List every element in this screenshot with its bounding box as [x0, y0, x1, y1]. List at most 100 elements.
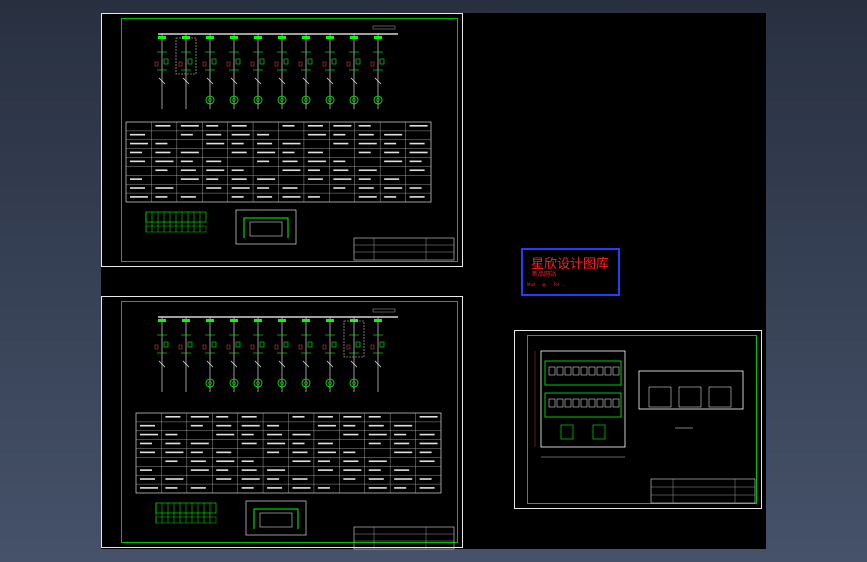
- table-cell-text: [216, 433, 235, 436]
- switchgear-unit: [612, 366, 620, 376]
- table-cell-text: [130, 151, 142, 154]
- feeder-tag: [302, 319, 310, 322]
- ct-box: [259, 341, 265, 348]
- switchgear-unit: [612, 398, 620, 408]
- switchgear-unit: [588, 366, 596, 376]
- room-lower: [544, 392, 622, 418]
- feeder: [322, 317, 337, 392]
- switchgear-unit: [556, 366, 564, 376]
- table-cell-text: [358, 169, 377, 172]
- ct-box: [331, 341, 337, 348]
- indicator: [154, 61, 159, 67]
- table-cell-text: [190, 451, 203, 454]
- table-cell-text: [307, 125, 323, 127]
- section-detail: [235, 209, 297, 245]
- table-cell-text: [282, 196, 301, 198]
- drawing-sheet-top-left[interactable]: [101, 13, 463, 267]
- table-cell-text: [257, 151, 276, 154]
- ct-box: [355, 341, 361, 348]
- table-cell-text: [394, 451, 413, 454]
- table-cell-text: [358, 151, 371, 154]
- table-cell-text: [368, 433, 387, 436]
- table-cell-text: [368, 460, 387, 463]
- table-cell-text: [368, 442, 381, 445]
- indicator: [178, 61, 183, 67]
- drawing-sheet-right[interactable]: [514, 330, 762, 509]
- model-space-canvas[interactable]: 星欣设计图库 新品网站 Mail: …@… · Tel: …: [101, 13, 766, 550]
- switchgear-unit: [556, 398, 564, 408]
- table-cell-text: [257, 196, 273, 198]
- table-cell-text: [333, 133, 346, 136]
- switchgear-unit: [564, 398, 572, 408]
- watermark-footer: Mail: …@… · Tel: …: [527, 282, 566, 287]
- table-cell-text: [190, 460, 206, 463]
- indicator: [298, 61, 303, 67]
- ct-box: [379, 58, 385, 65]
- table-cell-text: [368, 424, 384, 427]
- table-cell-text: [231, 178, 247, 180]
- table-cell-text: [317, 487, 330, 489]
- indicator: [274, 61, 279, 67]
- table-cell-text: [267, 487, 283, 489]
- table-cell-text: [292, 442, 305, 445]
- cad-viewport[interactable]: 星欣设计图库 新品网站 Mail: …@… · Tel: …: [0, 0, 867, 562]
- table-cell-text: [180, 125, 199, 127]
- table-cell-text: [130, 160, 145, 163]
- table-cell-text: [267, 442, 286, 445]
- switchgear-unit: [572, 398, 580, 408]
- table-cell-text: [384, 142, 397, 145]
- indicator: [346, 61, 351, 67]
- table-cell-text: [130, 187, 145, 189]
- table-cell-text: [292, 451, 308, 454]
- table-cell-text: [419, 460, 435, 463]
- table-cell-text: [206, 142, 225, 145]
- feeder-tag: [182, 36, 190, 39]
- feeder-tag: [326, 36, 334, 39]
- ct-box: [211, 341, 217, 348]
- table-cell-text: [216, 478, 232, 480]
- table-cell-text: [419, 487, 435, 489]
- switchgear-unit: [548, 398, 556, 408]
- table-cell-text: [333, 178, 352, 180]
- table-cell-text: [180, 169, 196, 172]
- transformer-bay: [592, 424, 606, 440]
- table-cell-text: [394, 469, 410, 471]
- table-cell-text: [292, 487, 311, 489]
- table-cell-text: [317, 469, 333, 471]
- feeder-tag: [230, 319, 238, 322]
- feeder-tag: [158, 36, 166, 39]
- table-cell-text: [282, 187, 298, 189]
- table-cell-text: [231, 125, 247, 127]
- table-cell-text: [190, 424, 203, 427]
- table-cell-text: [165, 451, 184, 454]
- table-cell-text: [180, 196, 196, 198]
- table-cell-text: [394, 433, 407, 436]
- table-cell-text: [155, 151, 171, 154]
- table-cell-text: [231, 151, 247, 154]
- table-cell-text: [180, 160, 193, 163]
- section-channel: [243, 217, 289, 238]
- table-cell-text: [307, 133, 326, 136]
- indicator: [370, 344, 375, 350]
- title-block: [650, 478, 756, 504]
- table-cell-text: [267, 451, 280, 454]
- table-cell-text: [241, 433, 254, 436]
- table-cell-text: [307, 169, 320, 172]
- ct-box: [163, 341, 169, 348]
- busbar-label-box: [372, 308, 396, 313]
- ct-box: [187, 58, 193, 65]
- feeder-tag: [182, 319, 190, 322]
- table-cell-text: [267, 424, 280, 427]
- feeder: [202, 317, 217, 392]
- table-cell-text: [190, 416, 209, 418]
- table-cell-text: [216, 416, 229, 418]
- table-cell-text: [155, 142, 168, 145]
- table-cell-text: [343, 416, 362, 418]
- indicator: [226, 61, 231, 67]
- drawing-sheet-bottom-left[interactable]: [101, 296, 463, 550]
- feeder: [298, 34, 313, 109]
- table-cell-text: [140, 433, 158, 436]
- section-detail: [245, 500, 307, 536]
- indicator: [154, 344, 159, 350]
- table-cell-text: [165, 478, 184, 480]
